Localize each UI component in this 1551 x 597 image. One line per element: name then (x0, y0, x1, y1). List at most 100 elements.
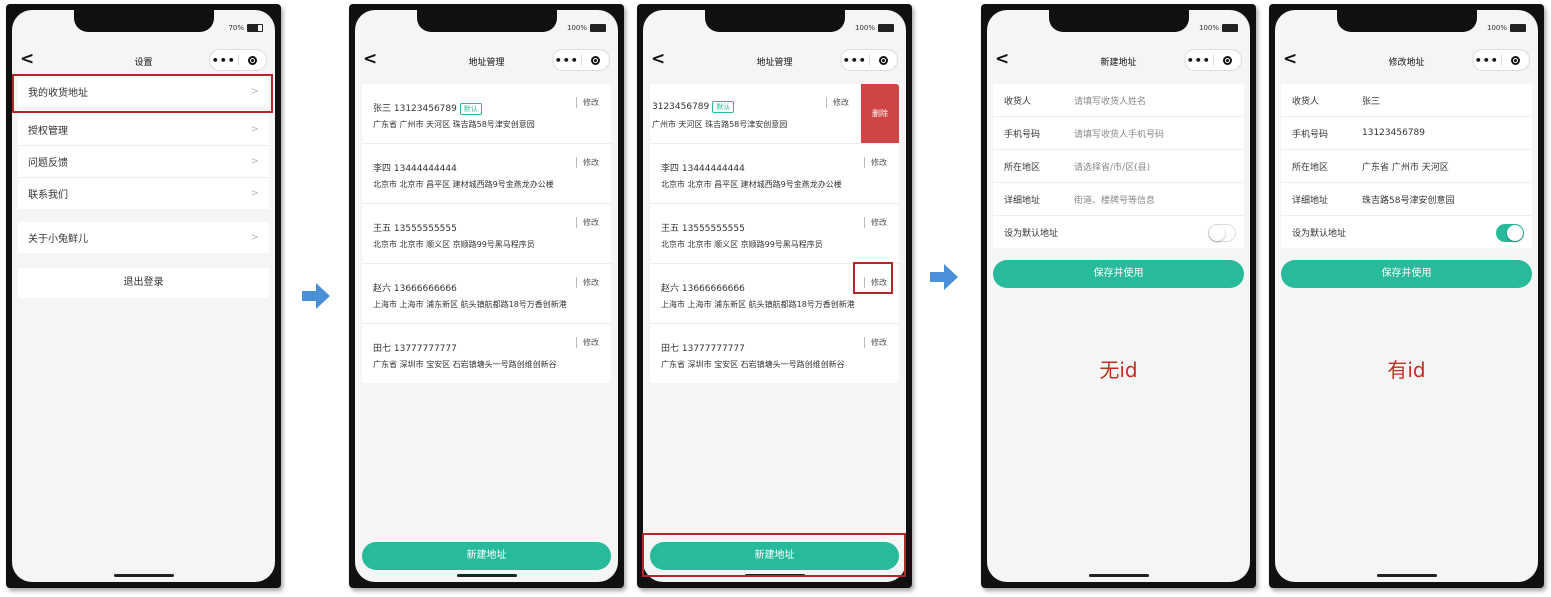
field-label: 设为默认地址 (1292, 228, 1347, 239)
address-item[interactable]: 赵六 13666666666 上海市 上海市 浦东新区 航头镇航都路18号万香创… (362, 264, 611, 324)
status-battery: 100% (1487, 24, 1526, 32)
settings-item-about[interactable]: 关于小兔鲜儿 > (18, 222, 269, 253)
capsule-menu[interactable]: ••• (552, 49, 610, 71)
edit-link[interactable]: 修改 (826, 97, 849, 108)
address-item[interactable]: 王五 13555555555 北京市 北京市 顺义区 京顺路99号黑马程序员 修… (650, 204, 899, 264)
edit-link[interactable]: 修改 (576, 217, 599, 228)
address-text: 广东省 深圳市 宝安区 石岩镇塘头一号路创维创新谷 (661, 360, 845, 369)
navbar: < 新建地址 ••• (987, 46, 1250, 74)
field-label: 详细地址 (1004, 195, 1041, 206)
field-label: 所在地区 (1292, 162, 1329, 173)
region-picker[interactable]: 广东省 广州市 天河区 (1362, 160, 1449, 173)
default-switch[interactable] (1208, 224, 1236, 242)
close-miniprogram-icon[interactable] (239, 55, 267, 65)
address-text: 北京市 北京市 顺义区 京顺路99号黑马程序员 (661, 240, 823, 249)
more-icon[interactable]: ••• (1473, 54, 1501, 67)
phone-edit-address: 100% < 修改地址 ••• 收货人 张三 手机号码 13123456789 所在… (1269, 4, 1544, 588)
more-icon[interactable]: ••• (1185, 54, 1213, 67)
edit-link[interactable]: 修改 (576, 97, 599, 108)
receiver-input[interactable]: 张三 (1362, 94, 1380, 107)
field-region[interactable]: 所在地区 请选择省/市/区(县) (993, 150, 1244, 183)
notch (1048, 10, 1189, 32)
name-phone: 王五 13555555555 (373, 224, 457, 234)
address-item-swiped[interactable]: 3123456789 默认 广州市 天河区 珠吉路58号津安创意园 修改 删除 (650, 84, 899, 144)
close-miniprogram-icon[interactable] (1502, 55, 1530, 65)
field-receiver[interactable]: 收货人 请填写收货人姓名 (993, 84, 1244, 117)
field-detail[interactable]: 详细地址 街道、楼牌号等信息 (993, 183, 1244, 216)
address-text: 北京市 北京市 昌平区 建材城西路9号金燕龙办公楼 (661, 180, 842, 189)
address-text: 北京市 北京市 昌平区 建材城西路9号金燕龙办公楼 (373, 180, 554, 189)
address-item[interactable]: 李四 13444444444 北京市 北京市 昌平区 建材城西路9号金燕龙办公楼… (362, 144, 611, 204)
new-address-button[interactable]: 新建地址 (362, 542, 611, 570)
edit-link[interactable]: 修改 (864, 157, 887, 168)
close-miniprogram-icon[interactable] (1214, 55, 1242, 65)
navbar: < 设置 ••• (12, 46, 275, 74)
edit-link[interactable]: 修改 (576, 337, 599, 348)
settings-item-contact[interactable]: 联系我们 > (18, 178, 269, 209)
more-icon[interactable]: ••• (841, 54, 869, 67)
address-form: 收货人 张三 手机号码 13123456789 所在地区 广东省 广州市 天河区 详细… (1281, 84, 1532, 248)
logout-button[interactable]: 退出登录 (18, 268, 269, 298)
phone-input[interactable]: 请填写收货人手机号码 (1074, 127, 1164, 140)
field-label: 收货人 (1292, 96, 1320, 107)
address-text: 北京市 北京市 顺义区 京顺路99号黑马程序员 (373, 240, 535, 249)
field-receiver[interactable]: 收货人 张三 (1281, 84, 1532, 117)
phone-new-address: 100% < 新建地址 ••• 收货人 请填写收货人姓名 手机号码 请填写收货人手机… (981, 4, 1256, 588)
address-text: 广东省 广州市 天河区 珠吉路58号津安创意园 (373, 120, 535, 129)
screen: 100% < 修改地址 ••• 收货人 张三 手机号码 13123456789 所在… (1275, 10, 1538, 582)
receiver-input[interactable]: 请填写收货人姓名 (1074, 94, 1146, 107)
close-miniprogram-icon[interactable] (582, 55, 610, 65)
address-text: 上海市 上海市 浦东新区 航头镇航都路18号万香创新港 (661, 300, 855, 309)
battery-icon (590, 24, 606, 32)
navbar: < 地址管理 ••• (355, 46, 618, 74)
edit-link[interactable]: 修改 (576, 157, 599, 168)
highlight-box (853, 262, 893, 294)
phone-input[interactable]: 13123456789 (1362, 128, 1425, 138)
status-battery: 100% (855, 24, 894, 32)
field-default: 设为默认地址 (1281, 216, 1532, 248)
settings-item-feedback[interactable]: 问题反馈 > (18, 146, 269, 178)
default-switch[interactable] (1496, 224, 1524, 242)
save-button[interactable]: 保存并使用 (1281, 260, 1532, 288)
region-picker[interactable]: 请选择省/市/区(县) (1074, 160, 1150, 173)
home-indicator (1376, 574, 1437, 577)
home-indicator (113, 574, 174, 577)
field-region[interactable]: 所在地区 广东省 广州市 天河区 (1281, 150, 1532, 183)
address-item[interactable]: 张三 13123456789 默认 广东省 广州市 天河区 珠吉路58号津安创意园… (362, 84, 611, 144)
address-item[interactable]: 李四 13444444444 北京市 北京市 昌平区 建材城西路9号金燕龙办公楼… (650, 144, 899, 204)
capsule-menu[interactable]: ••• (1184, 49, 1242, 71)
battery-icon (878, 24, 894, 32)
more-icon[interactable]: ••• (553, 54, 581, 67)
capsule-menu[interactable]: ••• (1472, 49, 1530, 71)
capsule-menu[interactable]: ••• (209, 49, 267, 71)
phone-address-list: 100% < 地址管理 ••• 张三 13123456789 默认 广东省 广州市… (349, 4, 624, 588)
battery-icon (1222, 24, 1238, 32)
edit-link[interactable]: 修改 (864, 337, 887, 348)
field-phone[interactable]: 手机号码 请填写收货人手机号码 (993, 117, 1244, 150)
address-item[interactable]: 田七 13777777777 广东省 深圳市 宝安区 石岩镇塘头一号路创维创新谷… (650, 324, 899, 383)
settings-item-label: 关于小兔鲜儿 (28, 234, 88, 245)
field-phone[interactable]: 手机号码 13123456789 (1281, 117, 1532, 150)
address-text: 上海市 上海市 浦东新区 航头镇航都路18号万香创新港 (373, 300, 567, 309)
field-detail[interactable]: 详细地址 珠吉路58号津安创意园 (1281, 183, 1532, 216)
settings-item-auth[interactable]: 授权管理 > (18, 114, 269, 146)
address-form: 收货人 请填写收货人姓名 手机号码 请填写收货人手机号码 所在地区 请选择省/市/区(… (993, 84, 1244, 248)
capsule-menu[interactable]: ••• (840, 49, 898, 71)
name-phone: 田七 13777777777 (373, 344, 457, 354)
settings-item-label: 问题反馈 (28, 158, 68, 169)
address-item[interactable]: 田七 13777777777 广东省 深圳市 宝安区 石岩镇塘头一号路创维创新谷… (362, 324, 611, 383)
edit-link[interactable]: 修改 (576, 277, 599, 288)
detail-input[interactable]: 珠吉路58号津安创意园 (1362, 193, 1454, 206)
delete-button[interactable]: 删除 (861, 84, 899, 143)
address-item[interactable]: 王五 13555555555 北京市 北京市 顺义区 京顺路99号黑马程序员 修… (362, 204, 611, 264)
more-icon[interactable]: ••• (210, 54, 238, 67)
detail-input[interactable]: 街道、楼牌号等信息 (1074, 193, 1155, 206)
navbar: < 修改地址 ••• (1275, 46, 1538, 74)
notch (1336, 10, 1477, 32)
address-text: 广州市 天河区 珠吉路58号津安创意园 (652, 120, 788, 129)
battery-icon (247, 24, 263, 32)
close-miniprogram-icon[interactable] (870, 55, 898, 65)
save-button[interactable]: 保存并使用 (993, 260, 1244, 288)
status-battery: 100% (567, 24, 606, 32)
edit-link[interactable]: 修改 (864, 217, 887, 228)
